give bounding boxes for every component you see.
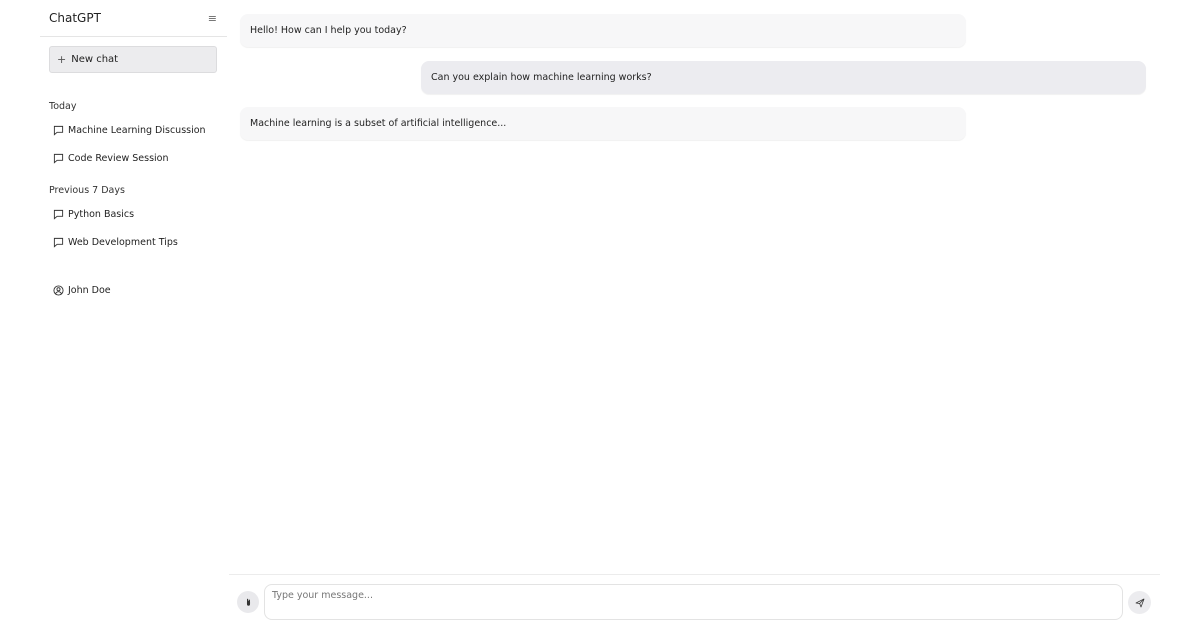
chat-history-item[interactable]: Code Review Session xyxy=(53,149,169,167)
menu-icon[interactable]: ≡ xyxy=(208,13,217,24)
section-label-previous-7-days: Previous 7 Days xyxy=(49,185,125,196)
send-button[interactable] xyxy=(1128,591,1151,614)
chat-history-item[interactable]: Python Basics xyxy=(53,205,134,223)
chat-history-label: Python Basics xyxy=(68,208,135,220)
user-profile[interactable]: John Doe xyxy=(53,281,111,299)
assistant-message: Hello! How can I help you today? xyxy=(240,14,966,47)
chat-history-label: Machine Learning Discussion xyxy=(68,124,206,136)
attach-button[interactable] xyxy=(237,591,259,613)
section-label-today: Today xyxy=(49,101,77,112)
new-chat-button[interactable]: + New chat xyxy=(49,46,217,73)
chat-history-label: Code Review Session xyxy=(68,152,169,164)
chat-bubble-icon xyxy=(53,209,64,220)
chat-history-item[interactable]: Web Development Tips xyxy=(53,233,178,251)
user-message: Can you explain how machine learning wor… xyxy=(421,61,1146,94)
new-chat-label: New chat xyxy=(71,54,119,65)
assistant-message: Machine learning is a subset of artifici… xyxy=(240,107,966,140)
chat-bubble-icon xyxy=(53,125,64,136)
sidebar-header: ChatGPT ≡ xyxy=(40,0,227,37)
chat-history-item[interactable]: Machine Learning Discussion xyxy=(53,121,206,139)
message-input[interactable] xyxy=(264,584,1123,620)
app-title: ChatGPT xyxy=(49,11,101,25)
user-circle-icon xyxy=(53,284,64,296)
app-root: ChatGPT ≡ + New chat Today Machine Learn… xyxy=(0,0,1200,630)
composer-divider xyxy=(229,574,1160,575)
sidebar: ChatGPT ≡ + New chat Today Machine Learn… xyxy=(40,0,227,630)
send-icon xyxy=(1135,598,1144,607)
message-text: Hello! How can I help you today? xyxy=(250,25,407,36)
paperclip-icon xyxy=(246,598,250,606)
chat-bubble-icon xyxy=(53,153,64,164)
message-text: Can you explain how machine learning wor… xyxy=(431,72,652,83)
plus-icon: + xyxy=(57,53,67,66)
user-name: John Doe xyxy=(68,284,111,296)
chat-bubble-icon xyxy=(53,237,64,248)
message-text: Machine learning is a subset of artifici… xyxy=(250,118,507,129)
chat-history-label: Web Development Tips xyxy=(68,236,178,248)
